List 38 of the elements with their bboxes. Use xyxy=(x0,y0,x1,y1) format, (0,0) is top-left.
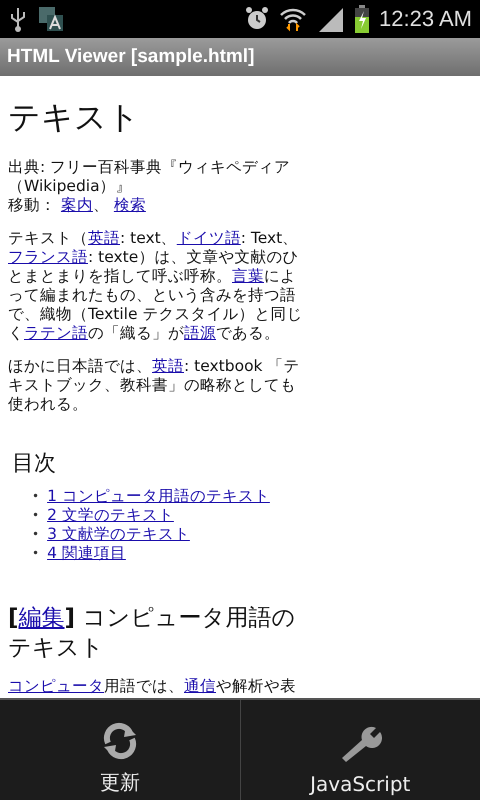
navigation-line: 移動： 案内、 検索 xyxy=(8,196,147,215)
text-link[interactable]: 検索 xyxy=(114,196,146,214)
menu-item[interactable]: JavaScript xyxy=(240,700,480,800)
signal-icon xyxy=(317,6,346,32)
text-link[interactable]: 案内 xyxy=(60,196,93,214)
page-heading: テキスト xyxy=(8,98,141,136)
window-title: HTML Viewer [sample.html] xyxy=(0,38,480,76)
text-link[interactable]: 英語 xyxy=(88,229,120,247)
toc-link[interactable]: 4 関連項目 xyxy=(47,544,126,563)
toc-link[interactable]: 2 文学のテキスト xyxy=(47,506,174,525)
usb-icon xyxy=(8,6,28,32)
text-link[interactable]: ドイツ語 xyxy=(176,229,241,247)
bullet: • xyxy=(32,526,40,543)
text-link[interactable]: 通信 xyxy=(184,677,216,695)
toc-link[interactable]: 1 コンピュータ用語のテキスト xyxy=(47,487,270,506)
section-heading: [編集] コンピュータ用語のテキスト xyxy=(8,604,296,663)
translate-icon xyxy=(38,6,64,32)
text-link[interactable]: コンピュータ xyxy=(8,677,104,695)
menu-item[interactable]: 更新 xyxy=(0,700,240,800)
clock-time: 12:23 AM xyxy=(379,6,472,32)
text-link[interactable]: 語源 xyxy=(184,324,216,342)
bullet: • xyxy=(32,507,40,524)
text-link[interactable]: 言葉 xyxy=(232,267,264,285)
toc-link[interactable]: 3 文献学のテキスト xyxy=(47,525,190,544)
edit-link[interactable]: 編集 xyxy=(18,605,65,631)
paragraph: ほかに日本語では、英語: textbook 「テキストブック、教科書」の略称としても使われる。 xyxy=(8,357,300,414)
bullet: • xyxy=(32,545,40,562)
toc-heading: 目次 xyxy=(12,454,57,473)
paragraph: テキスト（英語: text、ドイツ語: Text、 フランス語: texte）は、文章や文献のひとまとまりを指して呼ぶ呼称。言葉によって編まれたもの、という含みを持つ語で、織物（Textile テクスタイル）と同じく ラテン語の「織る」が語源である。 xyxy=(8,229,304,343)
wifi-icon xyxy=(279,6,308,32)
text-link[interactable]: フランス語 xyxy=(8,248,88,266)
bullet: • xyxy=(32,488,40,505)
battery-icon xyxy=(355,5,370,33)
text-link[interactable]: ラテン語 xyxy=(24,324,88,342)
alarm-icon xyxy=(245,6,270,32)
paragraph: コンピュータ 用語では、通信や解析や表 xyxy=(8,677,297,696)
source-line: 出典: フリー百科事典『ウィキペディア（Wikipedia）』 xyxy=(8,158,292,196)
text-link[interactable]: 英語 xyxy=(152,357,184,375)
